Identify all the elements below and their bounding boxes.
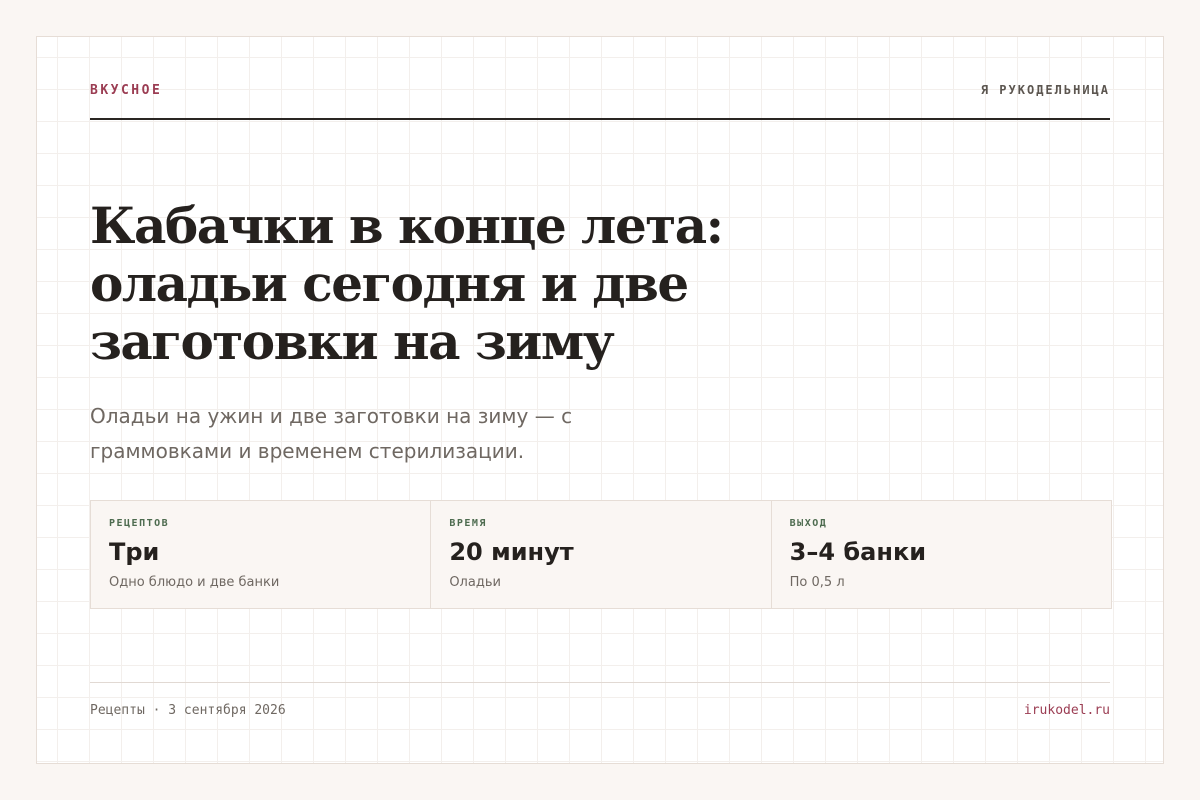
- article-subtitle: Оладьи на ужин и две заготовки на зиму —…: [90, 404, 573, 463]
- footer-divider: [90, 682, 1110, 683]
- stat-time: ВРЕМЯ 20 минут Оладьи: [431, 501, 772, 608]
- stat-value: 3–4 банки: [789, 538, 927, 566]
- section-kicker[interactable]: ВКУСНОЕ: [90, 83, 162, 98]
- stat-yield: ВЫХОД 3–4 банки По 0,5 л: [772, 501, 1111, 608]
- stats-panel: РЕЦЕПТОВ Три Одно блюдо и две банки ВРЕМ…: [90, 500, 1112, 609]
- footer-meta[interactable]: Рецепты · 3 сентября 2026: [90, 703, 286, 718]
- stat-label: ВЫХОД: [789, 518, 828, 529]
- stat-label: РЕЦЕПТОВ: [109, 518, 170, 529]
- site-brand[interactable]: Я РУКОДЕЛЬНИЦА: [981, 83, 1110, 97]
- stat-note: Одно блюдо и две банки: [109, 575, 280, 590]
- stat-note: По 0,5 л: [789, 575, 845, 590]
- article-card: ВКУСНОЕ Я РУКОДЕЛЬНИЦА Кабачки в конце л…: [36, 36, 1164, 764]
- footer-site-link[interactable]: irukodel.ru: [1024, 703, 1110, 718]
- stat-value: Три: [109, 538, 160, 566]
- stat-value: 20 минут: [449, 538, 574, 566]
- article-title: Кабачки в конце лета: оладьи сегодня и д…: [90, 196, 724, 371]
- header-divider: [90, 118, 1110, 120]
- stat-recipes: РЕЦЕПТОВ Три Одно блюдо и две банки: [91, 501, 432, 608]
- stat-note: Оладьи: [449, 575, 501, 590]
- stat-label: ВРЕМЯ: [449, 518, 487, 529]
